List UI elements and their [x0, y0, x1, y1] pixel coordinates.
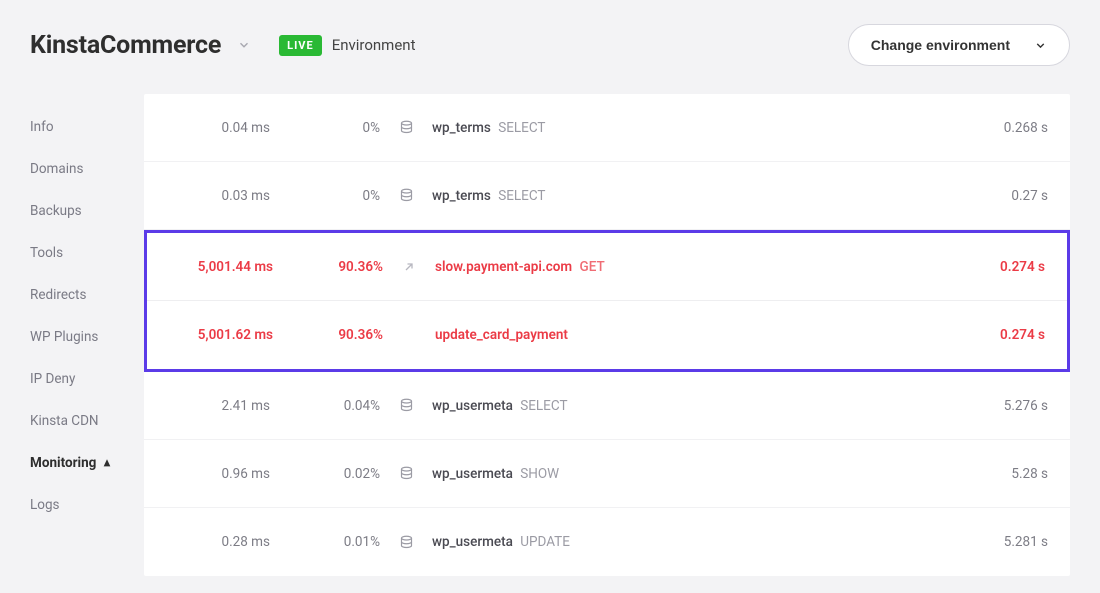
query-name: wp_usermeta SELECT — [432, 398, 958, 414]
query-name: wp_usermeta SHOW — [432, 466, 958, 482]
highlighted-rows: 5,001.44 ms90.36%slow.payment-api.com GE… — [144, 230, 1070, 372]
query-name: wp_usermeta UPDATE — [432, 534, 958, 550]
percent: 0.02% — [270, 466, 380, 482]
duration-ms: 0.03 ms — [162, 188, 270, 204]
query-name: update_card_payment — [435, 327, 955, 343]
timestamp: 0.268 s — [958, 120, 1048, 136]
timestamp: 5.281 s — [958, 534, 1048, 550]
table-row[interactable]: 0.96 ms0.02% wp_usermeta SHOW5.28 s — [144, 440, 1070, 508]
timestamp: 5.28 s — [958, 466, 1048, 482]
sidebar-item-ip-deny[interactable]: IP Deny — [30, 358, 144, 400]
sidebar-item-kinsta-cdn[interactable]: Kinsta CDN — [30, 400, 144, 442]
database-icon — [380, 188, 432, 203]
timestamp: 0.274 s — [955, 259, 1045, 275]
live-badge: LIVE — [279, 35, 322, 56]
sidebar-item-logs[interactable]: Logs — [30, 484, 144, 526]
table-row[interactable]: 5,001.62 ms90.36% update_card_payment0.27… — [147, 301, 1067, 369]
percent: 0.01% — [270, 534, 380, 550]
sidebar-item-label: Redirects — [30, 287, 86, 303]
percent: 0% — [270, 188, 380, 204]
sidebar-item-label: IP Deny — [30, 371, 75, 387]
table-row[interactable]: 2.41 ms0.04% wp_usermeta SELECT5.276 s — [144, 372, 1070, 440]
duration-ms: 0.28 ms — [162, 534, 270, 550]
sidebar-item-wp-plugins[interactable]: WP Plugins — [30, 316, 144, 358]
sidebar-item-domains[interactable]: Domains — [30, 148, 144, 190]
indicator-icon — [102, 458, 112, 468]
change-environment-button[interactable]: Change environment — [848, 24, 1070, 66]
database-icon — [380, 120, 432, 135]
sidebar-item-label: Tools — [30, 245, 63, 261]
query-name: wp_terms SELECT — [432, 188, 958, 204]
chevron-down-icon[interactable] — [237, 38, 251, 52]
sidebar-item-label: Backups — [30, 203, 82, 219]
sidebar-item-redirects[interactable]: Redirects — [30, 274, 144, 316]
percent: 90.36% — [273, 259, 383, 275]
sidebar-item-label: Logs — [30, 497, 60, 513]
sidebar: Info Domains Backups Tools Redirects WP Plugi… — [0, 94, 144, 576]
sidebar-item-label: Info — [30, 119, 54, 135]
query-name: slow.payment-api.com GET — [435, 259, 955, 275]
monitoring-table: 0.04 ms0%wp_terms SELECT0.268 s0.03 ms0%… — [144, 94, 1070, 576]
duration-ms: 2.41 ms — [162, 398, 270, 414]
sidebar-item-backups[interactable]: Backups — [30, 190, 144, 232]
table-row[interactable]: 0.03 ms0% wp_terms SELECT0.27 s — [144, 162, 1070, 230]
timestamp: 0.27 s — [958, 188, 1048, 204]
sidebar-item-label: WP Plugins — [30, 329, 98, 345]
database-icon — [380, 398, 432, 413]
sidebar-item-label: Kinsta CDN — [30, 413, 99, 429]
chevron-down-icon — [1034, 39, 1047, 52]
table-row[interactable]: 0.28 ms0.01% wp_usermeta UPDATE5.281 s — [144, 508, 1070, 576]
external-link-icon — [383, 261, 435, 273]
timestamp: 0.274 s — [955, 327, 1045, 343]
table-row[interactable]: 5,001.44 ms90.36% slow.payment-api.com GE… — [147, 233, 1067, 301]
percent: 0.04% — [270, 398, 380, 414]
sidebar-item-tools[interactable]: Tools — [30, 232, 144, 274]
table-row[interactable]: 0.04 ms0% wp_terms SELECT0.268 s — [144, 94, 1070, 162]
duration-ms: 0.96 ms — [162, 466, 270, 482]
database-icon — [380, 466, 432, 481]
environment-label: Environment — [332, 36, 416, 54]
header: KinstaCommerce LIVE Environment Change e… — [0, 0, 1100, 94]
sidebar-item-label: Domains — [30, 161, 83, 177]
query-name: wp_terms SELECT — [432, 120, 958, 136]
sidebar-item-label: Monitoring — [30, 455, 96, 471]
duration-ms: 5,001.44 ms — [165, 259, 273, 275]
change-environment-label: Change environment — [871, 37, 1010, 53]
duration-ms: 5,001.62 ms — [165, 327, 273, 343]
sidebar-item-monitoring[interactable]: Monitoring — [30, 442, 144, 484]
database-icon — [380, 535, 432, 550]
site-title: KinstaCommerce — [30, 31, 221, 60]
sidebar-item-info[interactable]: Info — [30, 106, 144, 148]
duration-ms: 0.04 ms — [162, 120, 270, 136]
percent: 90.36% — [273, 327, 383, 343]
timestamp: 5.276 s — [958, 398, 1048, 414]
percent: 0% — [270, 120, 380, 136]
